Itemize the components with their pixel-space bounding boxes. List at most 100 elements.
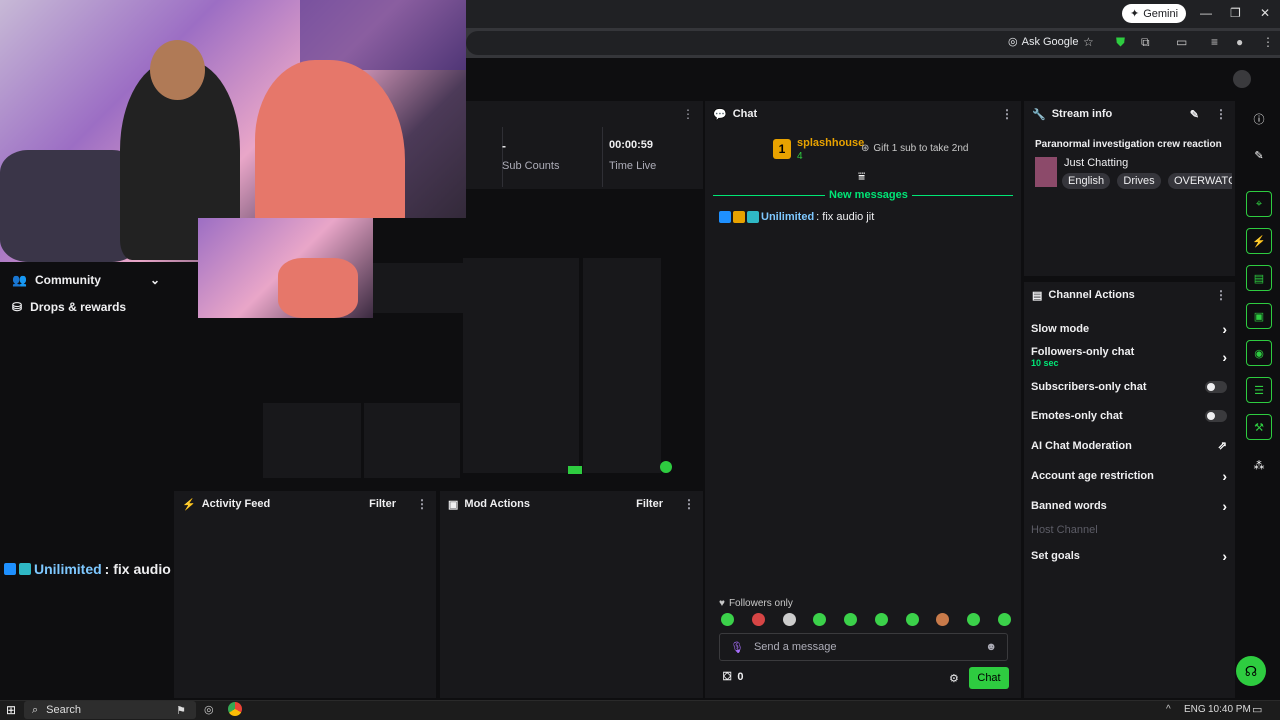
chat-message[interactable]: Unilimited : fix audio jit <box>719 211 874 223</box>
emote-icon[interactable] <box>905 613 919 626</box>
tag[interactable]: English <box>1062 173 1111 189</box>
add-widget-icon[interactable]: ⁂ <box>1246 452 1272 478</box>
gifter-rank-badge: 1 <box>773 139 791 159</box>
focus-icon[interactable]: ⌖ <box>1246 191 1272 217</box>
followers-only-row[interactable]: Followers-only chat 10 sec › <box>1031 346 1227 368</box>
nested-activity <box>263 403 361 478</box>
channel-actions-header: ▤ Channel Actions ⋮ <box>1032 288 1227 302</box>
mod-filter-button[interactable]: Filter <box>636 498 663 510</box>
nested-help-icon <box>660 461 672 473</box>
extensions-icon[interactable]: ⧉ <box>1141 35 1150 50</box>
activity-filter-button[interactable]: Filter <box>369 498 396 510</box>
taskbar-search[interactable]: ⌕ Search ⚑ <box>24 701 196 719</box>
emote-icon[interactable] <box>721 613 734 626</box>
more-options-icon[interactable]: ⋮ <box>682 107 694 121</box>
pin-collapse-icon[interactable]: ⩸ <box>858 169 865 184</box>
chevron-right-icon: › <box>1222 321 1227 337</box>
chat-input[interactable]: 🎙 Send a message ☻ <box>719 633 1008 661</box>
ai-moderation-row[interactable]: AI Chat Moderation ⇗ <box>1031 439 1227 453</box>
category-name[interactable]: Just Chatting <box>1064 157 1128 169</box>
sub-counts-value: - <box>502 139 506 153</box>
windows-start-icon[interactable]: ⊞ <box>6 703 16 717</box>
restore-icon[interactable]: ❐ <box>1230 6 1241 20</box>
badge-icon <box>747 211 759 223</box>
chat-rail-icon[interactable]: ▣ <box>1246 303 1272 329</box>
profile-avatar[interactable]: ● <box>1236 35 1243 49</box>
more-options-icon[interactable]: ⋮ <box>416 497 428 511</box>
set-goals-row[interactable]: Set goals › <box>1031 548 1227 564</box>
address-bar[interactable] <box>466 31 1280 55</box>
banned-words-row[interactable]: Banned words › <box>1031 498 1227 514</box>
tag[interactable]: Drives <box>1117 173 1161 189</box>
more-options-icon[interactable]: ⋮ <box>1215 107 1227 121</box>
info-icon[interactable]: ⓘ <box>1246 106 1272 132</box>
gemini-button[interactable]: ✦ Gemini <box>1122 4 1187 23</box>
subscribers-only-toggle[interactable] <box>1205 381 1227 393</box>
shield-icon[interactable]: ⛊ <box>1116 35 1125 50</box>
emote-icon[interactable] <box>936 613 950 626</box>
more-options-icon[interactable]: ⋮ <box>683 497 695 511</box>
account-age-row[interactable]: Account age restriction › <box>1031 468 1227 484</box>
face-shape <box>150 40 205 100</box>
sidebar-item-drops[interactable]: ⛁ Drops & rewards <box>12 300 126 314</box>
task-view-icon[interactable]: ◎ <box>204 703 214 716</box>
slow-mode-row[interactable]: Slow mode › <box>1031 321 1227 337</box>
gift-prompt[interactable]: ⊛ Gift 1 sub to take 2nd <box>861 143 968 154</box>
chevron-down-icon: ⌄ <box>149 273 160 287</box>
microphone-icon[interactable]: 🎙 <box>730 641 744 654</box>
close-icon[interactable]: ✕ <box>1260 6 1270 20</box>
emote-picker-icon[interactable]: ☻ <box>985 641 997 653</box>
browser-menu-icon[interactable]: ⋮ <box>1262 35 1274 49</box>
cast-icon[interactable]: ▭ <box>1176 35 1187 49</box>
clock[interactable]: 10:40 PM <box>1208 704 1251 715</box>
followers-only-indicator: ♥ Followers only <box>719 598 793 609</box>
emote-icon[interactable] <box>967 613 981 626</box>
emote-icon[interactable] <box>874 613 888 626</box>
chrome-taskbar-icon[interactable] <box>228 702 242 716</box>
emote-icon[interactable] <box>813 613 827 626</box>
community-icon: 👥 <box>12 273 27 287</box>
heart-icon: ♥ <box>719 598 725 609</box>
channel-points[interactable]: ⛋ 0 <box>723 671 744 684</box>
moderation-icon[interactable]: ☰ <box>1246 377 1272 403</box>
document-icon: ▣ <box>448 498 459 511</box>
help-headset-icon[interactable]: ☊ <box>1236 656 1266 686</box>
overlay-chat-message: Unilimited : fix audio jit <box>4 561 187 577</box>
stats-panel: ⋮ - Sub Counts 00:00:59 Time Live <box>466 101 703 189</box>
flag-icon: ⚑ <box>176 704 186 717</box>
sparkle-icon: ✦ <box>1130 8 1140 20</box>
mod-actions-panel: ▣ Mod Actions Filter ⋮ <box>440 491 703 698</box>
broadcast-icon[interactable]: ◉ <box>1246 340 1272 366</box>
language-indicator[interactable]: ENG <box>1184 704 1206 715</box>
emote-icon[interactable] <box>844 613 858 626</box>
emotes-only-row: Emotes-only chat <box>1031 410 1227 422</box>
emote-icon[interactable] <box>782 613 796 626</box>
chat-send-button[interactable]: Chat <box>969 667 1009 689</box>
activity-feed-panel: ⚡ Activity Feed Filter ⋮ <box>174 491 436 698</box>
tag-list: English Drives OVERWATCH2 <box>1062 173 1232 189</box>
more-options-icon[interactable]: ⋮ <box>1001 107 1013 121</box>
user-avatar[interactable] <box>1233 70 1251 88</box>
edit-icon[interactable]: ✎ <box>1246 142 1272 168</box>
notification-icon[interactable]: ▭ <box>1252 703 1262 716</box>
minimize-icon[interactable]: — <box>1200 6 1212 20</box>
sidebar-item-community[interactable]: 👥 Community ⌄ <box>12 273 160 287</box>
stream-info-header: 🔧 Stream info ✎ ⋮ <box>1032 107 1227 121</box>
top-gifter-name[interactable]: splashhouse <box>797 137 864 149</box>
notes-icon[interactable]: ▤ <box>1246 265 1272 291</box>
media-icon[interactable]: ≡ <box>1211 35 1218 49</box>
settings-gear-icon[interactable]: ⚙ <box>949 672 959 685</box>
lightning-quick-icon[interactable]: ⚡ <box>1246 228 1272 254</box>
ask-google-button[interactable]: ◎ Ask Google <box>1008 35 1078 49</box>
tray-chevron-icon[interactable]: ^ <box>1166 704 1171 715</box>
wrench-rail-icon[interactable]: ⚒ <box>1246 414 1272 440</box>
emote-icon[interactable] <box>997 613 1011 626</box>
emotes-only-toggle[interactable] <box>1205 410 1227 422</box>
more-options-icon[interactable]: ⋮ <box>1215 288 1227 302</box>
tag[interactable]: OVERWATCH2 <box>1167 173 1232 189</box>
emote-icon[interactable] <box>751 613 765 626</box>
edit-pencil-icon[interactable]: ✎ <box>1190 108 1199 121</box>
stream-preview-recursive <box>198 218 678 488</box>
bookmark-star-icon[interactable]: ☆ <box>1083 35 1094 49</box>
time-live-label: Time Live <box>609 160 657 172</box>
